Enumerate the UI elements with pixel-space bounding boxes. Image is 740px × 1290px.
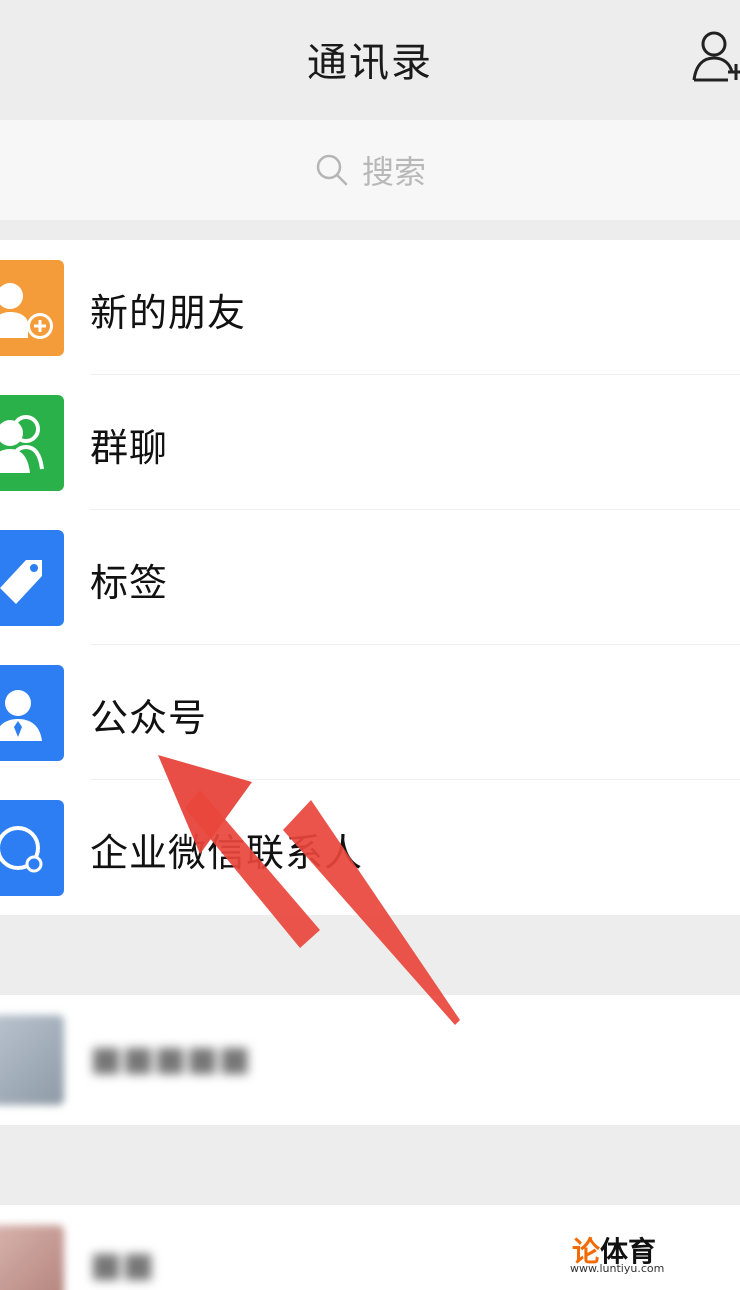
contact-row-blurred[interactable]: ■■■■■ [0, 995, 740, 1125]
new-friend-icon [0, 260, 64, 356]
nav-bar: 通讯录 [0, 0, 740, 120]
menu-item-wework-contacts[interactable]: 企业微信联系人 [0, 780, 740, 915]
official-account-icon [0, 665, 64, 761]
contacts-screen: 通讯录 搜索 新的朋友 群聊 标签 公众号 企业微信联系人 ■■■■■ ■■ 论… [0, 0, 740, 1290]
menu-item-new-friends[interactable]: 新的朋友 [0, 240, 740, 375]
group-chat-icon [0, 395, 64, 491]
menu-item-label: 新的朋友 [90, 291, 247, 335]
avatar [0, 1225, 64, 1290]
search-icon [316, 154, 348, 186]
watermark-logo: 论体育 www.luntiyu.com [566, 1228, 736, 1284]
search-placeholder: 搜索 [361, 153, 426, 191]
menu-item-group-chats[interactable]: 群聊 [0, 375, 740, 510]
avatar [0, 1015, 64, 1105]
wework-contacts-icon [0, 800, 64, 896]
tag-icon [0, 530, 64, 626]
menu-item-label: 群聊 [90, 426, 169, 470]
contact-name-redacted: ■■■■■ [90, 1039, 251, 1079]
menu-item-official-accounts[interactable]: 公众号 [0, 645, 740, 780]
page-title: 通讯录 [307, 40, 433, 86]
contact-name-redacted: ■■ [90, 1245, 155, 1285]
contacts-menu: 新的朋友 群聊 标签 公众号 企业微信联系人 [0, 240, 740, 915]
section-gap [0, 1125, 740, 1205]
search-bar[interactable]: 搜索 [0, 120, 740, 220]
section-gap [0, 915, 740, 995]
add-friend-icon[interactable] [690, 28, 740, 88]
watermark-url: www.luntiyu.com [570, 1262, 665, 1275]
search-box[interactable]: 搜索 [0, 120, 740, 220]
menu-item-tags[interactable]: 标签 [0, 510, 740, 645]
menu-item-label: 标签 [90, 561, 169, 605]
menu-item-label: 公众号 [90, 696, 208, 740]
menu-item-label: 企业微信联系人 [90, 831, 364, 875]
